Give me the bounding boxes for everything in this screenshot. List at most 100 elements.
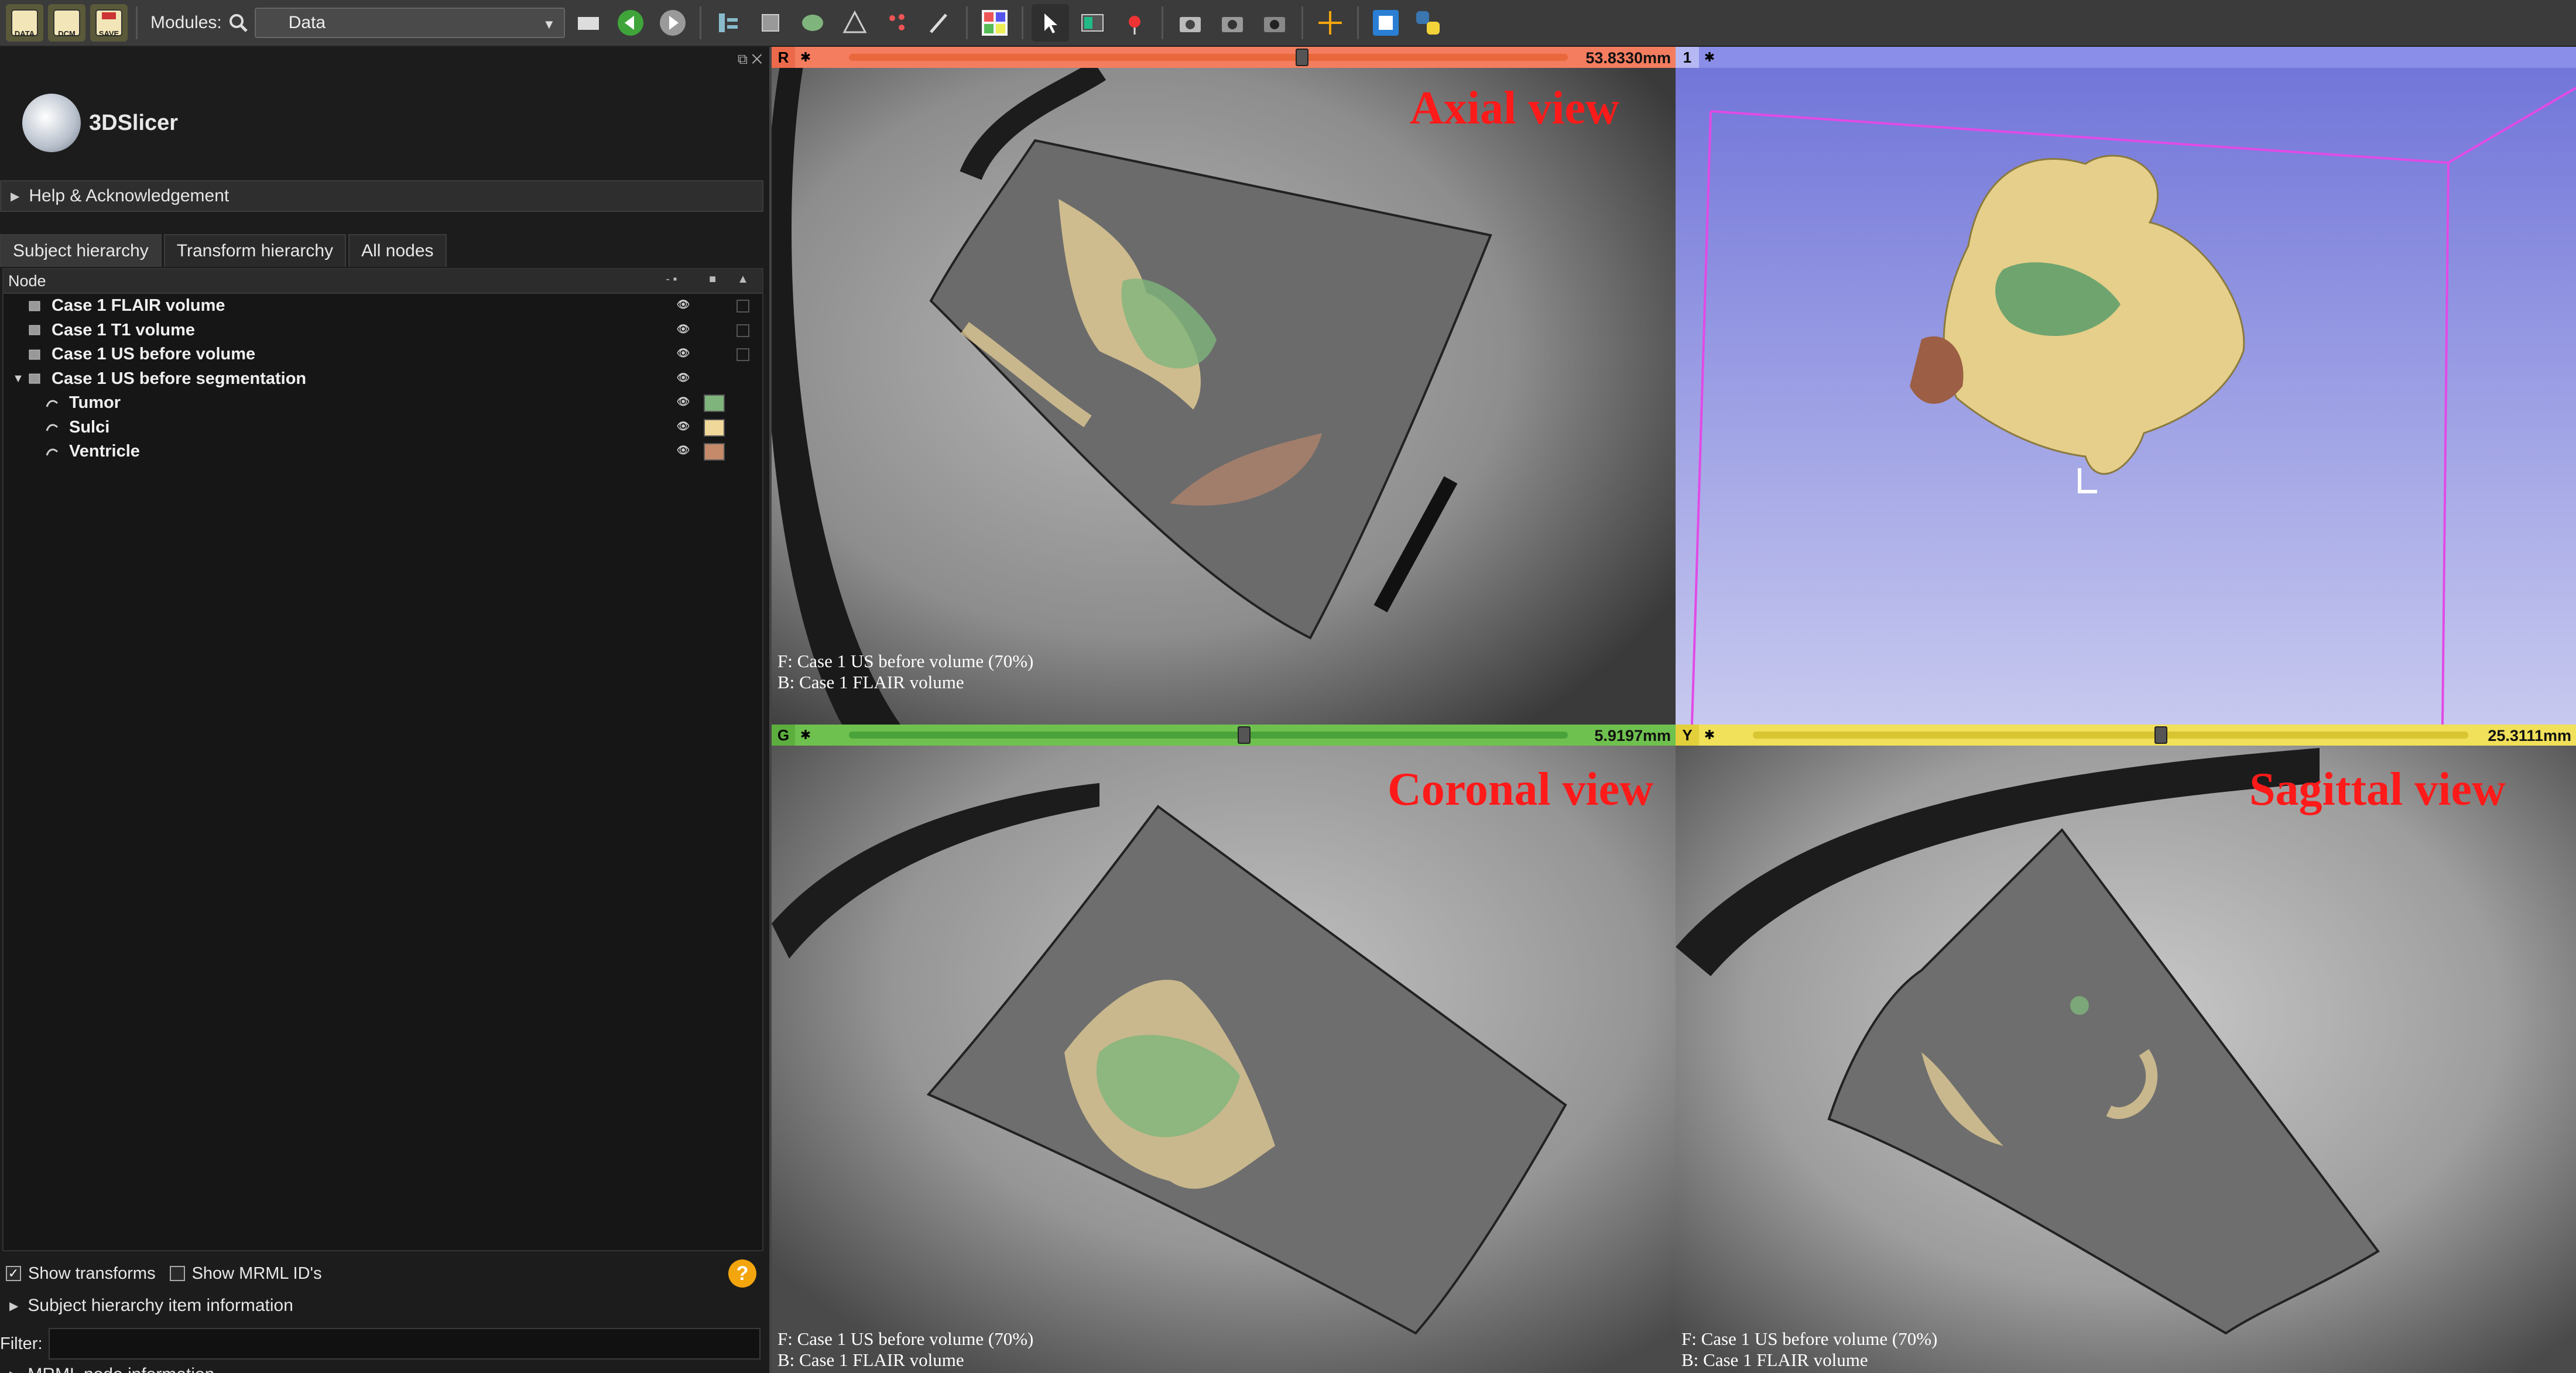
crosshair-button[interactable] (1311, 4, 1349, 42)
eye-icon[interactable]: 👁 (674, 323, 692, 337)
segment-color-swatch[interactable] (704, 394, 725, 412)
module-select[interactable]: Data ▼ (254, 8, 565, 38)
screenshot-button[interactable] (1171, 4, 1209, 42)
history-icon (577, 17, 599, 30)
coronal-slider-handle[interactable] (1238, 726, 1251, 744)
tab-subject-hierarchy[interactable]: Subject hierarchy (0, 234, 162, 267)
tree-item[interactable]: Case 1 T1 volume 👁 (4, 318, 762, 343)
pin-icon[interactable]: ✱ (1699, 47, 1720, 68)
coronal-offset-value: 5.9197mm (1594, 727, 1671, 744)
help-section-toggle[interactable]: ▶ Help & Acknowledgement (0, 180, 763, 212)
transform-icon[interactable] (737, 348, 749, 361)
tab-transform-hierarchy[interactable]: Transform hierarchy (163, 234, 347, 267)
data-module-button[interactable] (710, 4, 747, 42)
visibility-column-icon[interactable]: - ▪ (662, 273, 681, 290)
pin-icon[interactable]: ✱ (1699, 725, 1720, 746)
segment-color-swatch[interactable] (704, 418, 725, 437)
segment-icon (46, 424, 59, 431)
filter-label: Filter: (0, 1334, 43, 1353)
scene-view-button[interactable] (1214, 4, 1251, 42)
axial-slider-handle[interactable] (1295, 49, 1308, 66)
load-dicom-button[interactable]: DCM (48, 4, 85, 42)
sagittal-slice-view[interactable]: Y ✱ 25.3111mm Sagittal view F: Case 1 US… (1676, 725, 2576, 1373)
scene-camera-icon (1221, 17, 1243, 32)
module-search-icon[interactable] (227, 11, 250, 35)
layout-grid-icon (981, 10, 1008, 36)
subject-hierarchy-tree[interactable]: Node - ▪ ■ ▲ Case 1 FLAIR volume 👁 Case 1 … (2, 268, 763, 1251)
tree-item-label: Case 1 US before volume (52, 345, 256, 364)
tree-item[interactable]: Case 1 US before volume 👁 (4, 342, 762, 367)
expand-arrow-icon[interactable]: ▼ (9, 372, 27, 386)
transform-column-icon[interactable]: ▲ (733, 273, 753, 290)
eye-icon[interactable]: 👁 (674, 396, 692, 410)
filter-input[interactable] (48, 1328, 761, 1360)
tree-item[interactable]: Tumor 👁 (4, 391, 762, 416)
sagittal-slice-controller: Y ✱ 25.3111mm (1676, 725, 2576, 746)
axial-slice-view[interactable]: R ✱ 53.8330mm Axial view F: Case 1 US be… (772, 47, 1676, 725)
transforms-module-button[interactable] (836, 4, 873, 42)
transform-icon[interactable] (737, 324, 749, 337)
3d-view-tag[interactable]: 1 (1676, 47, 1699, 68)
python-console-button[interactable] (1409, 4, 1447, 42)
models-module-button[interactable] (794, 4, 831, 42)
sagittal-slice-slider[interactable] (1753, 732, 2468, 739)
python-icon (1416, 11, 1440, 35)
place-fiducial-button[interactable] (1116, 4, 1153, 42)
tree-item[interactable]: Case 1 FLAIR volume 👁 (4, 294, 762, 318)
eye-icon[interactable]: 👁 (674, 420, 692, 434)
tree-item-label: Sulci (69, 417, 110, 437)
slicer-window: DATA DCM SAVE Modules: Data ▼ ⧉ ✕ 3DSlic… (0, 0, 2576, 1373)
window-level-button[interactable] (1074, 4, 1111, 42)
tree-item[interactable]: Sulci 👁 (4, 416, 762, 440)
layout-button[interactable] (976, 4, 1013, 42)
extension-manager-button[interactable] (1367, 4, 1405, 42)
tab-all-nodes[interactable]: All nodes (348, 234, 447, 267)
forward-button[interactable] (654, 4, 691, 42)
tree-item[interactable]: ▼ Case 1 US before segmentation 👁 (4, 367, 762, 392)
model-icon (801, 15, 823, 31)
pointer-icon (1044, 13, 1057, 33)
pin-icon[interactable]: ✱ (795, 725, 816, 746)
tree-item-label: Case 1 US before segmentation (52, 369, 307, 388)
module-history-button[interactable] (570, 4, 607, 42)
coronal-corner-annotation: F: Case 1 US before volume (70%) B: Case… (777, 1329, 1033, 1371)
pin-icon[interactable]: ✱ (795, 47, 816, 68)
coronal-slice-view[interactable]: G ✱ 5.9197mm Coronal view F: Case 1 US b… (772, 725, 1676, 1373)
show-mrml-ids-checkbox[interactable] (169, 1266, 185, 1281)
eye-icon[interactable]: 👁 (674, 444, 692, 458)
node-column-header: Node (8, 272, 46, 290)
coronal-slice-slider[interactable] (849, 732, 1568, 739)
coronal-view-tag[interactable]: G (772, 725, 795, 746)
save-button[interactable]: SAVE (90, 4, 128, 42)
segment-color-swatch[interactable] (704, 443, 725, 461)
slicer-logo-icon (22, 94, 81, 152)
pointer-tool-button[interactable] (1031, 4, 1069, 42)
volumes-module-button[interactable] (752, 4, 789, 42)
sagittal-view-tag[interactable]: Y (1676, 725, 1699, 746)
subject-item-info-toggle[interactable]: ▶ Subject hierarchy item information (0, 1291, 763, 1320)
color-column-icon[interactable]: ■ (703, 273, 722, 290)
markups-module-button[interactable] (878, 4, 916, 42)
camera-icon (1179, 17, 1201, 32)
tree-item[interactable]: Ventricle 👁 (4, 440, 762, 464)
transform-icon[interactable] (737, 300, 749, 313)
load-data-button[interactable]: DATA (6, 4, 43, 42)
toolbar-separator (1356, 6, 1359, 39)
eye-icon[interactable]: 👁 (674, 347, 692, 361)
back-button[interactable] (612, 4, 649, 42)
axial-view-tag[interactable]: R (772, 47, 795, 68)
scene-restore-button[interactable] (1256, 4, 1293, 42)
fiducial-icon (1128, 16, 1140, 35)
axial-slice-slider[interactable] (849, 54, 1568, 61)
close-panel-icon[interactable]: ⧉ ✕ (738, 52, 762, 68)
mrml-node-info-toggle[interactable]: ▶ MRML node information (0, 1360, 763, 1373)
help-icon[interactable]: ? (728, 1259, 756, 1288)
eye-icon[interactable]: 👁 (674, 298, 692, 313)
show-transforms-checkbox[interactable]: ✓ (6, 1266, 21, 1281)
sagittal-slider-handle[interactable] (2154, 726, 2167, 744)
paintbrush-icon (929, 13, 947, 33)
3d-view[interactable]: 1 ✱ (1676, 47, 2576, 725)
volume-cube-icon (761, 14, 779, 32)
eye-icon[interactable]: 👁 (674, 372, 692, 386)
segment-editor-button[interactable] (920, 4, 958, 42)
